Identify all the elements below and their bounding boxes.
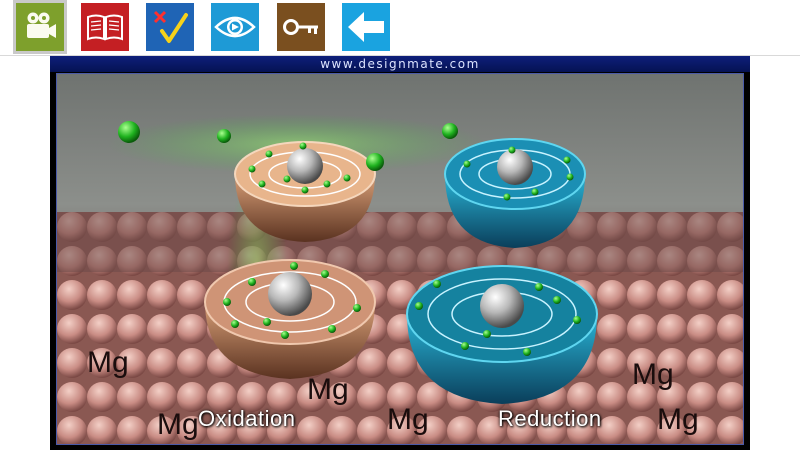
svg-text:Mg: Mg xyxy=(87,346,129,379)
video-camera-icon xyxy=(16,3,64,51)
svg-text:Mg: Mg xyxy=(632,358,674,391)
video-frame: www.designmate.com Mg Mg Mg Mg Mg Mg Oxi… xyxy=(50,56,750,450)
svg-text:Mg: Mg xyxy=(387,403,429,436)
video-button[interactable] xyxy=(16,3,64,51)
svg-text:Mg: Mg xyxy=(307,373,349,406)
key-icon xyxy=(277,3,325,51)
caption-reduction: Reduction xyxy=(498,406,602,431)
key-button[interactable] xyxy=(277,3,325,51)
eye-button[interactable] xyxy=(211,3,259,51)
video-player[interactable]: Mg Mg Mg Mg Mg Mg Oxidation Reduction xyxy=(56,73,744,445)
video-stage: www.designmate.com Mg Mg Mg Mg Mg Mg Oxi… xyxy=(0,56,800,450)
eye-icon xyxy=(211,3,259,51)
quiz-button[interactable] xyxy=(146,3,194,51)
quiz-check-icon xyxy=(146,3,194,51)
book-button[interactable] xyxy=(81,3,129,51)
animation-scene: Mg Mg Mg Mg Mg Mg xyxy=(57,74,743,444)
watermark: www.designmate.com xyxy=(50,56,750,72)
toolbar xyxy=(0,0,800,56)
caption-oxidation: Oxidation xyxy=(198,406,296,431)
svg-text:Mg: Mg xyxy=(657,403,699,436)
back-arrow-icon xyxy=(342,3,390,51)
back-button[interactable] xyxy=(342,3,390,51)
open-book-icon xyxy=(81,3,129,51)
svg-text:Mg: Mg xyxy=(157,408,199,441)
